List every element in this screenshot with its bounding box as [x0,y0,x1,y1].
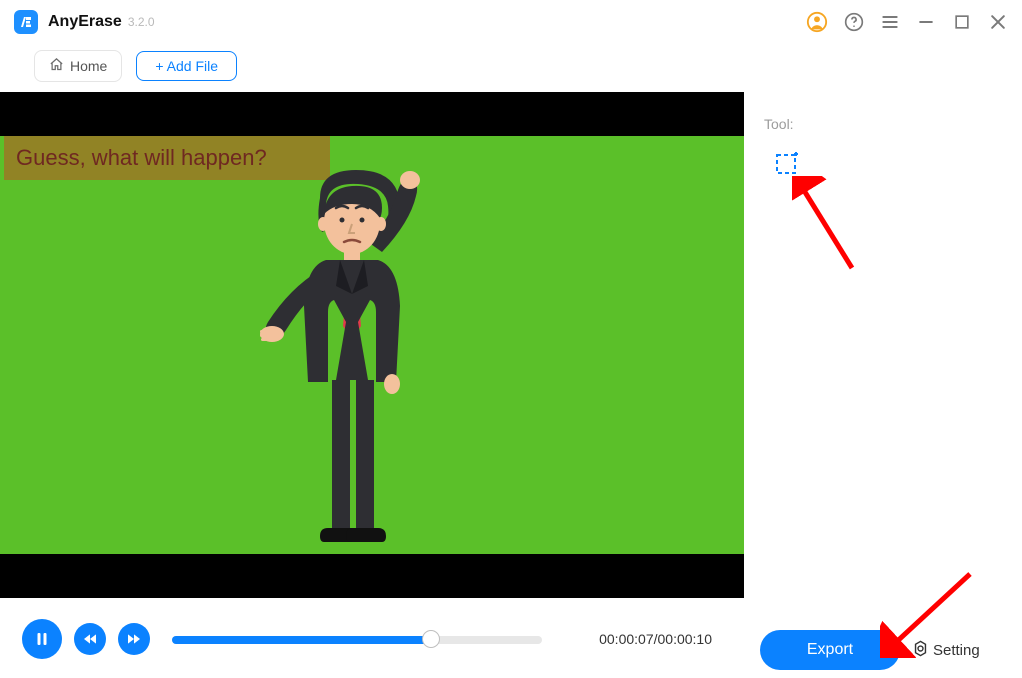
close-icon[interactable] [988,12,1008,32]
minimize-icon[interactable] [916,12,936,32]
playback-controls: 00:00:07/00:00:10 [0,610,744,668]
maximize-icon[interactable] [952,12,972,32]
bottom-actions: Export Setting [760,628,1016,672]
app-version: 3.2.0 [128,15,155,29]
home-button-label: Home [70,58,107,74]
gear-icon [912,640,929,661]
home-button[interactable]: Home [34,50,122,82]
forward-button[interactable] [118,623,150,655]
video-frame[interactable]: Guess, what will happen? [0,136,744,554]
setting-button-label: Setting [933,642,980,659]
hamburger-icon[interactable] [880,12,900,32]
help-icon[interactable] [844,12,864,32]
app-logo [14,10,38,34]
time-display: 00:00:07/00:00:10 [599,631,722,647]
video-area: Guess, what will happen? [0,92,744,598]
slider-fill [172,636,431,644]
app-name: AnyErase [48,13,122,31]
progress-slider[interactable] [172,634,542,644]
video-illustration-businessman [260,170,440,554]
titlebar-controls [806,11,1008,33]
user-icon[interactable] [806,11,828,33]
add-file-button-label: + Add File [155,58,218,74]
tool-panel-label: Tool: [764,116,1018,132]
setting-button[interactable]: Setting [912,640,980,661]
add-file-button[interactable]: + Add File [136,51,237,81]
right-panel: Tool: [756,92,1018,652]
export-button[interactable]: Export [760,630,900,670]
slider-thumb[interactable] [422,630,440,648]
titlebar: AnyErase 3.2.0 [0,0,1022,44]
pause-button[interactable] [22,619,62,659]
marquee-select-tool[interactable] [774,152,800,178]
rewind-button[interactable] [74,623,106,655]
toolbar: Home + Add File [0,44,1022,88]
home-icon [49,57,64,75]
